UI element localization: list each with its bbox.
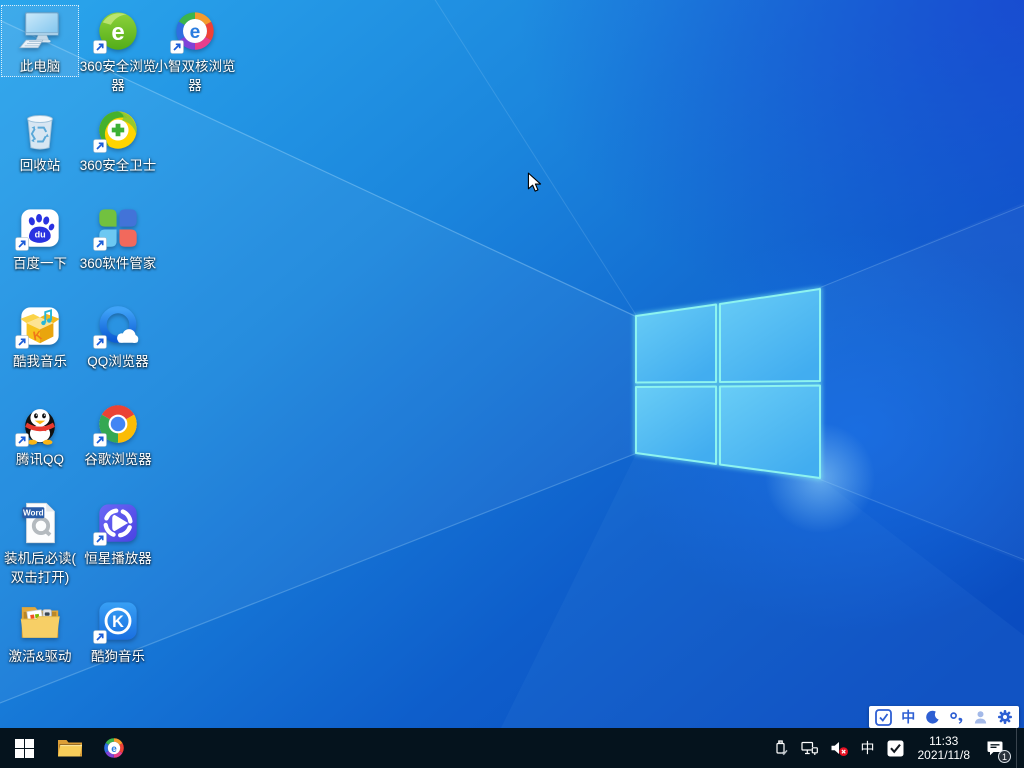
shortcut-arrow-icon (170, 40, 184, 54)
desktop-icon-kugou[interactable]: K 酷狗音乐 (79, 595, 157, 667)
tray-volume-muted-icon[interactable] (824, 728, 854, 768)
svg-text:du: du (35, 230, 46, 240)
taskbar-clock[interactable]: 11:33 2021/11/8 (909, 734, 980, 763)
shortcut-arrow-icon (93, 335, 107, 349)
desktop-icon-xiaozhi-browser[interactable]: e 小智双核浏览器 (155, 5, 236, 96)
icon-label: 360软件管家 (79, 256, 157, 271)
icon-label: QQ浏览器 (87, 354, 149, 369)
qq-browser-icon (93, 303, 141, 349)
icon-label: 回收站 (19, 158, 61, 173)
icon-label: 小智双核浏览器 (154, 59, 236, 93)
punctuation-icon[interactable] (949, 707, 965, 727)
action-center-button[interactable]: 1 (979, 728, 1016, 768)
desktop[interactable]: 此电脑 e 360安全浏览器 e 小智双核浏览 器 回收站 360安全卫士 du… (0, 0, 1024, 728)
shortcut-arrow-icon (93, 433, 107, 447)
icon-label: 腾讯QQ (15, 452, 64, 467)
desktop-icon-tencent-qq[interactable]: 腾讯QQ (1, 398, 79, 470)
star-player-icon (93, 500, 141, 546)
kuwo-music-icon: K (15, 303, 63, 349)
clock-date: 2021/11/8 (917, 748, 971, 762)
desktop-icon-activate-drivers[interactable]: 激活&驱动 (1, 595, 79, 667)
desktop-icon-360-manager[interactable]: 360软件管家 (79, 202, 157, 274)
taskbar-xiaozhi-browser-button[interactable]: e (92, 728, 136, 768)
shortcut-arrow-icon (93, 139, 107, 153)
start-button[interactable] (0, 728, 48, 768)
360-safe-icon (93, 107, 141, 153)
icon-label: 360安全浏览器 (79, 59, 157, 93)
icon-label: 百度一下 (13, 256, 67, 271)
icon-label: 激活&驱动 (8, 649, 72, 664)
this-pc-icon (17, 8, 63, 54)
tencent-qq-icon (15, 401, 63, 447)
taskbar: e 中 11:33 2021/11/8 1 (0, 728, 1024, 768)
screen: 此电脑 e 360安全浏览器 e 小智双核浏览 器 回收站 360安全卫士 du… (0, 0, 1024, 768)
windows-start-icon (14, 738, 34, 758)
mouse-cursor (527, 172, 542, 192)
ime-chinese-mode-button[interactable]: 中 (900, 707, 916, 727)
desktop-icon-baidu[interactable]: du 百度一下 (1, 202, 79, 274)
recycle-bin-icon (17, 107, 63, 153)
shortcut-arrow-icon (93, 237, 107, 251)
ime-toolbar: 中 (869, 706, 1019, 728)
svg-text:e: e (111, 19, 124, 46)
xiaozhi-browser-icon: e (104, 738, 124, 758)
desktop-icon-recycle-bin[interactable]: 回收站 (1, 104, 79, 176)
show-desktop-button[interactable] (1016, 728, 1024, 768)
clock-time: 11:33 (929, 733, 959, 748)
baidu-icon: du (15, 205, 63, 251)
xiaozhi-browser-icon: e (170, 8, 218, 54)
system-tray: 中 11:33 2021/11/8 1 (767, 728, 1024, 768)
chrome-icon (93, 401, 141, 447)
shortcut-arrow-icon (15, 335, 29, 349)
icon-label: 装机后必读(双击打开) (4, 551, 76, 585)
taskbar-file-explorer-button[interactable] (48, 728, 92, 768)
tray-360-safety-icon[interactable] (882, 728, 909, 768)
shortcut-arrow-icon (15, 433, 29, 447)
word-document-icon: Word (17, 500, 63, 546)
desktop-icon-chrome[interactable]: 谷歌浏览器 (79, 398, 157, 470)
tray-ime-indicator[interactable]: 中 (854, 728, 882, 768)
icon-label: 酷狗音乐 (91, 649, 145, 664)
tray-usb-icon[interactable] (767, 728, 795, 768)
shortcut-arrow-icon (93, 630, 107, 644)
svg-text:e: e (190, 22, 201, 43)
icon-label: 谷歌浏览器 (84, 452, 152, 467)
folder-icon (17, 598, 63, 644)
icon-label: 360安全卫士 (79, 158, 157, 173)
kugou-music-icon: K (93, 598, 141, 644)
svg-text:e: e (111, 744, 117, 755)
account-icon[interactable] (973, 707, 989, 727)
desktop-icon-360-safe[interactable]: 360安全卫士 (79, 104, 157, 176)
shortcut-arrow-icon (93, 532, 107, 546)
icon-label: 此电脑 (19, 59, 61, 74)
svg-text:Word: Word (23, 509, 44, 518)
shortcut-arrow-icon (93, 40, 107, 54)
360-manager-icon (93, 205, 141, 251)
icon-label: 酷我音乐 (13, 354, 67, 369)
icon-label: 恒星播放器 (84, 551, 152, 566)
desktop-icon-readme[interactable]: Word 装机后必读(双击打开) (1, 497, 79, 588)
svg-text:K: K (112, 613, 124, 631)
tray-network-icon[interactable] (795, 728, 824, 768)
desktop-icon-kuwo[interactable]: K 酷我音乐 (1, 300, 79, 372)
ime-logo-icon[interactable] (875, 707, 892, 727)
desktop-icon-360-browser[interactable]: e 360安全浏览器 (79, 5, 157, 96)
settings-gear-icon[interactable] (997, 707, 1013, 727)
notification-badge: 1 (998, 750, 1011, 763)
shortcut-arrow-icon (15, 237, 29, 251)
file-explorer-icon (58, 740, 82, 757)
night-mode-icon[interactable] (924, 707, 940, 727)
desktop-icon-this-pc[interactable]: 此电脑 (1, 5, 79, 77)
desktop-icon-qq-browser[interactable]: QQ浏览器 (79, 300, 157, 372)
360-browser-icon: e (93, 8, 141, 54)
desktop-icon-star-player[interactable]: 恒星播放器 (79, 497, 157, 569)
